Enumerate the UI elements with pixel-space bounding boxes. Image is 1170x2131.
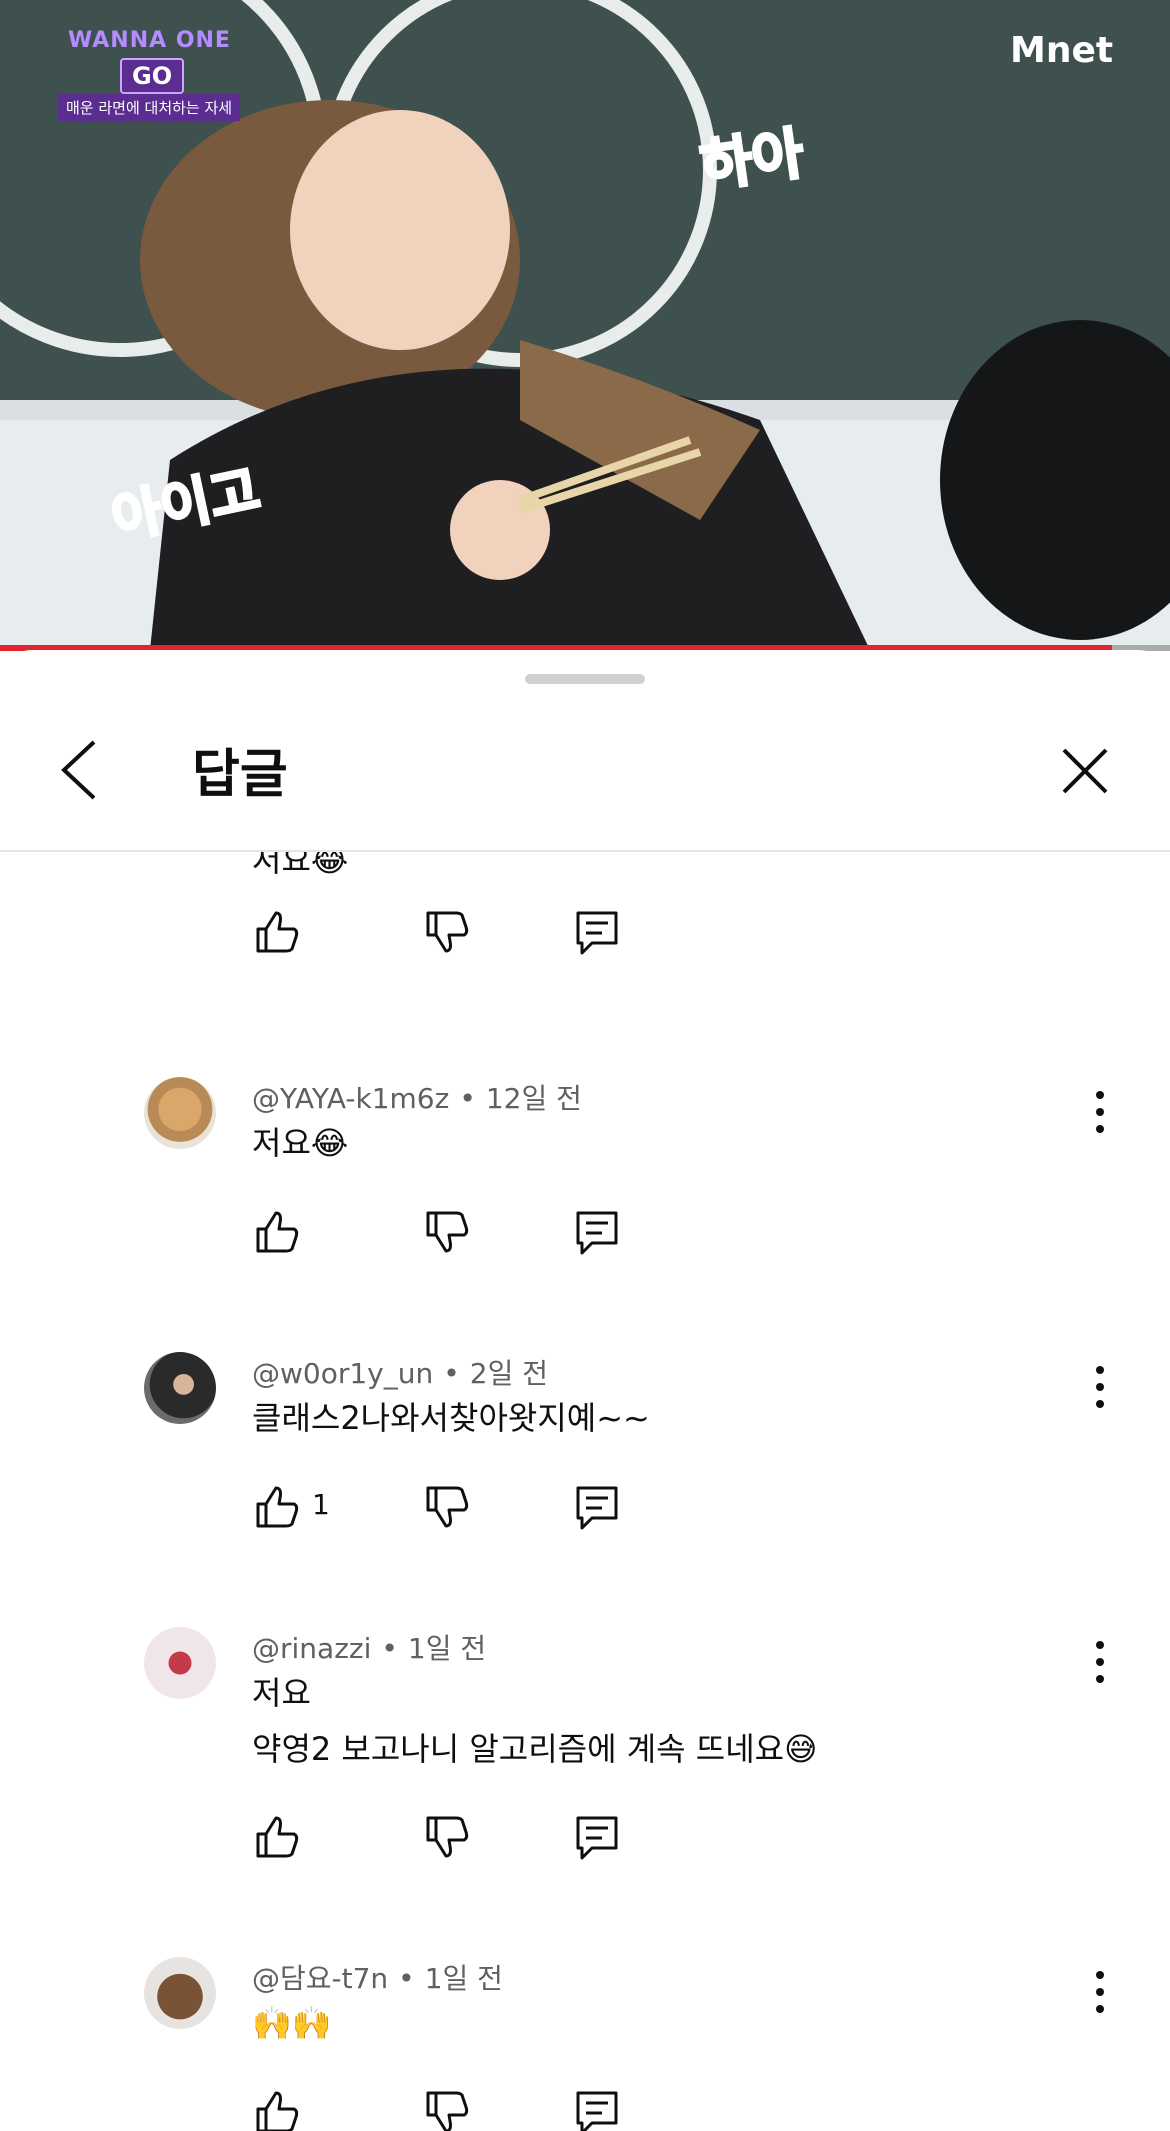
comment-time[interactable]: 1일 전 bbox=[425, 1962, 503, 1995]
avatar[interactable] bbox=[144, 1352, 216, 1424]
like-count: 1 bbox=[312, 1488, 330, 1521]
comment-time[interactable]: 12일 전 bbox=[486, 1082, 582, 1115]
like-icon[interactable] bbox=[252, 1812, 302, 1862]
comment-text: 클래스2나와서찾아왓지예~~ bbox=[252, 1399, 650, 1437]
comment-author[interactable]: @YAYA-k1m6z bbox=[252, 1082, 449, 1115]
comment-text: 저요😂 bbox=[252, 852, 349, 879]
channel-logo: Mnet bbox=[1010, 30, 1114, 71]
more-options-icon[interactable] bbox=[1080, 1637, 1120, 1687]
dislike-icon[interactable] bbox=[422, 1482, 472, 1532]
close-icon[interactable] bbox=[1060, 746, 1110, 796]
comment-time[interactable]: 1일 전 bbox=[408, 1632, 486, 1665]
meta-separator: • bbox=[381, 1632, 398, 1665]
dislike-icon[interactable] bbox=[422, 1812, 472, 1862]
comment-time[interactable]: 2일 전 bbox=[470, 1357, 548, 1390]
reply-icon[interactable] bbox=[572, 1207, 622, 1257]
meta-separator: • bbox=[443, 1357, 460, 1390]
comment-author[interactable]: @w0or1y_un bbox=[252, 1357, 433, 1390]
comment-author[interactable]: @담요-t7n bbox=[252, 1962, 388, 1995]
comment-meta: @담요-t7n • 1일 전 bbox=[252, 1957, 503, 1997]
replies-panel: 답글 저요😂 @YAYA-k1m6z • 12일 전 저요😂 @w0or1y_u… bbox=[0, 650, 1170, 2131]
panel-title: 답글 bbox=[192, 745, 288, 805]
dislike-icon[interactable] bbox=[422, 907, 472, 957]
like-icon[interactable] bbox=[252, 1207, 302, 1257]
comment-text: 저요😂 bbox=[252, 1124, 349, 1162]
reply-icon[interactable] bbox=[572, 2087, 622, 2131]
episode-subtitle: 매운 라면에 대처하는 자세 bbox=[58, 94, 241, 121]
reply-icon[interactable] bbox=[572, 1482, 622, 1532]
video-player[interactable]: WANNA ONE GO 매운 라면에 대처하는 자세 Mnet 하아 아이고 bbox=[0, 0, 1170, 650]
show-logo-text: WANNA ONE bbox=[68, 28, 231, 53]
meta-separator: • bbox=[398, 1962, 415, 1995]
meta-separator: • bbox=[459, 1082, 476, 1115]
comment-text-line-2: 약영2 보고나니 알고리즘에 계속 뜨네요😅 bbox=[252, 1730, 818, 1768]
comment-meta: @YAYA-k1m6z • 12일 전 bbox=[252, 1077, 582, 1117]
like-icon[interactable] bbox=[252, 1482, 302, 1532]
drag-handle[interactable] bbox=[525, 674, 645, 684]
video-caption-right: 하아 bbox=[695, 120, 809, 202]
comment-text-line-1: 저요 bbox=[252, 1674, 311, 1712]
reply-icon[interactable] bbox=[572, 1812, 622, 1862]
dislike-icon[interactable] bbox=[422, 1207, 472, 1257]
replies-list[interactable]: 저요😂 @YAYA-k1m6z • 12일 전 저요😂 @w0or1y_un • 2일 … bbox=[0, 852, 1170, 2131]
more-options-icon[interactable] bbox=[1080, 1967, 1120, 2017]
avatar[interactable] bbox=[144, 1957, 216, 2029]
chevron-left-icon[interactable] bbox=[58, 738, 102, 802]
show-logo-badge: GO bbox=[120, 58, 185, 94]
more-options-icon[interactable] bbox=[1080, 1087, 1120, 1137]
like-icon[interactable] bbox=[252, 907, 302, 957]
avatar[interactable] bbox=[144, 1077, 216, 1149]
avatar[interactable] bbox=[144, 1627, 216, 1699]
comment-author[interactable]: @rinazzi bbox=[252, 1632, 371, 1665]
reply-icon[interactable] bbox=[572, 907, 622, 957]
like-icon[interactable] bbox=[252, 2087, 302, 2131]
comment-meta: @w0or1y_un • 2일 전 bbox=[252, 1352, 548, 1392]
more-options-icon[interactable] bbox=[1080, 1362, 1120, 1412]
comment-text: 🙌🙌 bbox=[252, 2004, 332, 2042]
comment-meta: @rinazzi • 1일 전 bbox=[252, 1627, 486, 1667]
dislike-icon[interactable] bbox=[422, 2087, 472, 2131]
